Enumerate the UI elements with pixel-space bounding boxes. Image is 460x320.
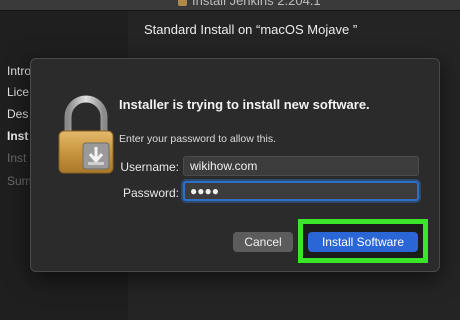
password-label: Password:	[122, 186, 179, 200]
sidebar-item-introduction: Intro	[7, 64, 32, 78]
screen: Install Jenkins 2.204.1 Standard Install…	[0, 0, 460, 320]
package-icon	[178, 0, 187, 7]
dialog-subtitle: Enter your password to allow this.	[119, 133, 276, 145]
password-field[interactable]: ●●●●	[183, 181, 419, 201]
install-heading: Standard Install on “macOS Mojave ”	[144, 22, 358, 37]
username-field[interactable]: wikihow.com	[183, 156, 419, 176]
sidebar-item-installation-type: Inst	[7, 129, 29, 143]
dialog-title: Installer is trying to install new softw…	[119, 97, 370, 112]
window-title: Install Jenkins 2.204.1	[192, 0, 321, 8]
install-software-button[interactable]: Install Software	[308, 232, 418, 252]
username-label: Username:	[120, 160, 179, 174]
sidebar-item-installation: Inst	[7, 151, 27, 165]
sidebar-item-license: Lice	[7, 85, 30, 99]
sidebar-item-summary: Sum	[7, 174, 32, 188]
window-titlebar: Install Jenkins 2.204.1	[0, 0, 460, 11]
sidebar-item-destination: Des	[7, 107, 29, 121]
auth-dialog: Installer is trying to install new softw…	[30, 58, 440, 272]
window-title-wrap: Install Jenkins 2.204.1	[178, 0, 321, 8]
cancel-button[interactable]: Cancel	[233, 232, 293, 252]
